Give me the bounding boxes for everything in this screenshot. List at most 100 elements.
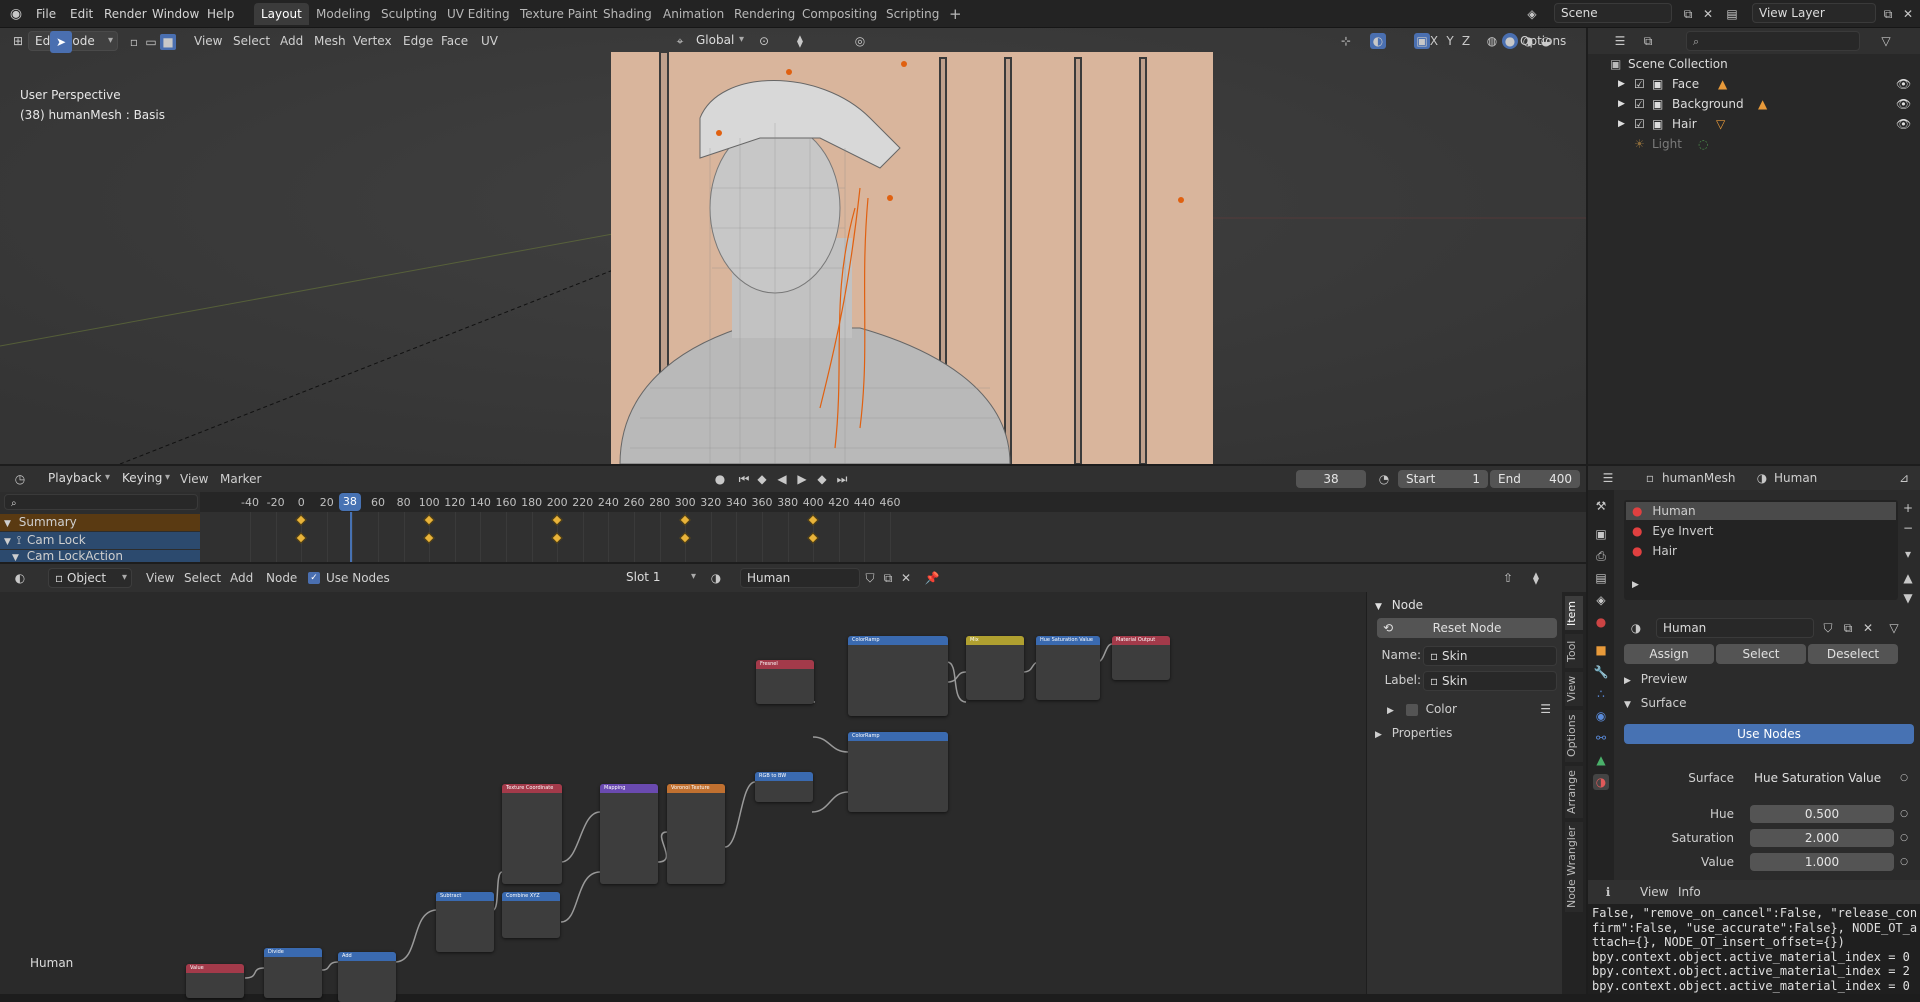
scene-name-field[interactable]: Scene (1554, 3, 1672, 23)
socket-dot-icon[interactable]: ○ (1896, 806, 1912, 822)
transform-orientation-dropdown[interactable]: Global (690, 31, 748, 51)
scene-icon[interactable]: ◈ (1524, 6, 1540, 22)
outliner-item-background[interactable]: ▶ ☑ ▣ Background ▲ 👁 (1588, 94, 1920, 114)
material-datablock-field[interactable]: Human (1656, 618, 1814, 638)
record-icon[interactable]: ● (712, 471, 728, 487)
mirror-z-icon[interactable]: Z (1458, 33, 1474, 49)
mirror-x-icon[interactable]: X (1426, 33, 1442, 49)
menu-edit[interactable]: Edit (66, 5, 97, 23)
use-nodes-button[interactable]: Use Nodes (1624, 724, 1914, 744)
jump-end-icon[interactable]: ⏭ (834, 471, 850, 487)
clock-icon[interactable]: ◔ (1376, 471, 1392, 487)
eye-icon[interactable]: 👁 (1896, 74, 1911, 94)
link-type-icon[interactable]: ▽ (1886, 620, 1902, 636)
shader-node[interactable]: RGB to BW (755, 772, 813, 802)
collapse-arrow-icon[interactable]: ▼ (4, 537, 11, 547)
shader-node[interactable]: ColorRamp (848, 636, 948, 716)
move-down-icon[interactable]: ▼ (1900, 590, 1916, 606)
shader-node[interactable]: Subtract (436, 892, 494, 952)
outliner-item-hair[interactable]: ▶ ☑ ▣ Hair ▽ 👁 (1588, 114, 1920, 134)
shader-node[interactable]: Mix (966, 636, 1024, 700)
pivot-point-icon[interactable]: ⊙ (756, 33, 772, 49)
duplicate-material-icon[interactable]: ⧉ (880, 570, 896, 586)
output-tab-icon[interactable]: ⎙ (1593, 548, 1609, 564)
viewport-menu-face[interactable]: Face (441, 31, 468, 51)
node-section-header[interactable]: ▼ Node (1375, 598, 1423, 612)
tab-texture-paint[interactable]: Texture Paint (513, 3, 604, 25)
delete-view-layer-icon[interactable]: ✕ (1900, 6, 1916, 22)
play-reverse-icon[interactable]: ◀ (774, 471, 790, 487)
preview-panel-header[interactable]: ▶ Preview (1624, 672, 1687, 686)
proportional-edit-icon[interactable]: ◎ (852, 33, 868, 49)
eye-icon[interactable]: 👁 (1896, 114, 1911, 134)
keyframe-marker[interactable] (807, 514, 819, 526)
deselect-button[interactable]: Deselect (1808, 644, 1898, 664)
shader-node[interactable]: Texture Coordinate (502, 784, 562, 884)
scene-tab-icon[interactable]: ◈ (1593, 592, 1609, 608)
timeline-playback-menu[interactable]: Playback (42, 469, 114, 489)
keyframe-marker[interactable] (295, 514, 307, 526)
list-expand-icon[interactable]: ▶ (1632, 580, 1639, 590)
keyframe-marker[interactable] (679, 514, 691, 526)
pin-icon[interactable]: ⊿ (1896, 470, 1912, 486)
menu-render[interactable]: Render (100, 5, 151, 23)
view-layer-tab-icon[interactable]: ▤ (1593, 570, 1609, 586)
outliner-scene-collection[interactable]: ▣ Scene Collection (1588, 54, 1920, 74)
delete-scene-icon[interactable]: ✕ (1700, 6, 1716, 22)
display-mode-icon[interactable]: ⧉ (1640, 33, 1656, 49)
new-view-layer-icon[interactable]: ⧉ (1880, 6, 1896, 22)
select-tool-button[interactable]: ➤ (50, 31, 72, 53)
tab-uv-editing[interactable]: UV Editing (440, 3, 517, 25)
render-tab-icon[interactable]: ▣ (1593, 526, 1609, 542)
node-menu-view[interactable]: View (146, 568, 174, 588)
tab-layout[interactable]: Layout (254, 3, 309, 25)
reset-node-button[interactable]: ⟲ Reset Node (1377, 618, 1557, 638)
material-slot-hair[interactable]: ● Hair (1626, 542, 1896, 560)
vertex-select-icon[interactable]: ▫ (126, 34, 142, 50)
new-scene-icon[interactable]: ⧉ (1680, 6, 1696, 22)
expand-arrow-icon[interactable]: ▶ (1618, 74, 1625, 94)
color-presets-icon[interactable]: ☰ (1540, 700, 1551, 718)
current-frame-field[interactable]: 38 (1296, 470, 1366, 488)
tab-shading[interactable]: Shading (596, 3, 659, 25)
shader-node[interactable]: Divide (264, 948, 322, 998)
sidebar-tab-view[interactable]: View (1565, 672, 1583, 706)
frame-start-field[interactable]: Start 1 (1398, 470, 1488, 488)
sidebar-tab-node-wrangler[interactable]: Node Wrangler (1565, 822, 1583, 912)
timeline-keyframe-area[interactable] (200, 512, 1586, 562)
keyframe-marker[interactable] (295, 532, 307, 544)
data-tab-icon[interactable]: ▲ (1593, 752, 1609, 768)
keyframe-marker[interactable] (551, 514, 563, 526)
editor-type-outliner-icon[interactable]: ☰ (1612, 33, 1628, 49)
blender-logo-icon[interactable]: ◉ (8, 6, 24, 22)
socket-dot-icon[interactable]: ○ (1896, 830, 1912, 846)
keyframe-marker[interactable] (423, 514, 435, 526)
value-field[interactable]: 1.000 (1750, 853, 1894, 871)
mirror-y-icon[interactable]: Y (1442, 33, 1458, 49)
node-canvas[interactable]: Fresnel ColorRamp Mix Hue Saturation Value M… (0, 592, 1366, 1002)
tab-sculpting[interactable]: Sculpting (374, 3, 444, 25)
tab-scripting[interactable]: Scripting (879, 3, 946, 25)
sidebar-tab-arrange[interactable]: Arrange (1565, 766, 1583, 818)
mode-dropdown[interactable]: Edit Mode (28, 31, 118, 51)
node-menu-add[interactable]: Add (230, 568, 253, 588)
surface-panel-header[interactable]: ▼ Surface (1624, 696, 1686, 710)
material-slot-eye-invert[interactable]: ● Eye Invert (1626, 522, 1896, 540)
view-layer-field[interactable]: View Layer (1752, 3, 1876, 23)
snap-icon[interactable]: ⧫ (792, 33, 808, 49)
node-label-field[interactable]: ▫ Skin (1423, 671, 1557, 691)
current-frame-indicator[interactable]: 38 (338, 493, 361, 511)
slot-dropdown[interactable]: Slot 1 (620, 568, 700, 588)
editor-type-info-icon[interactable]: ℹ (1600, 884, 1616, 900)
select-button[interactable]: Select (1716, 644, 1806, 664)
editor-type-node-icon[interactable]: ◐ (12, 570, 28, 586)
options-dropdown[interactable]: Options (1520, 31, 1566, 51)
expand-arrow-icon[interactable]: ▶ (1618, 94, 1625, 114)
add-workspace-button[interactable]: + (942, 3, 969, 25)
checkbox-icon[interactable]: ☑ (1634, 94, 1645, 114)
saturation-field[interactable]: 2.000 (1750, 829, 1894, 847)
shader-node[interactable]: Voronoi Texture (667, 784, 725, 884)
info-menu-info[interactable]: Info (1678, 882, 1701, 902)
sidebar-tab-options[interactable]: Options (1565, 710, 1583, 762)
collapse-arrow-icon[interactable]: ▼ (12, 553, 19, 562)
